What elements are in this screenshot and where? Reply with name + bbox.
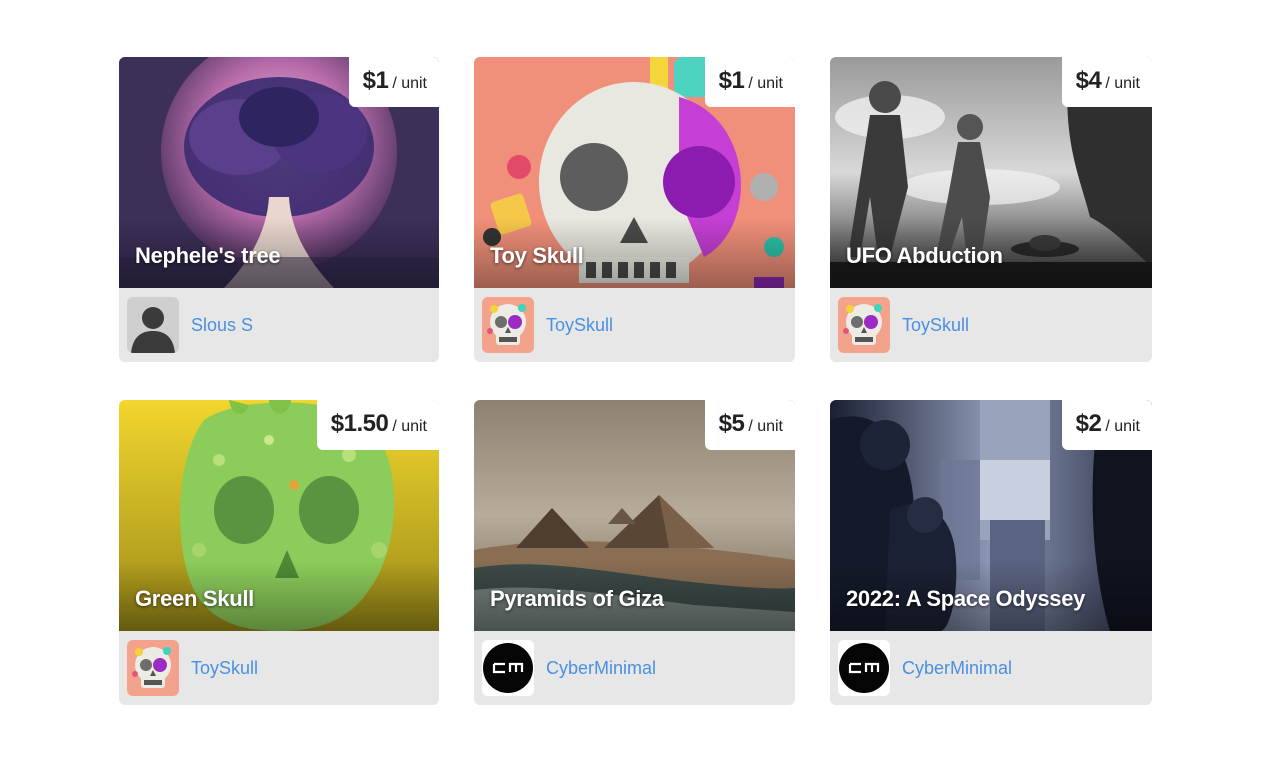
listing-image[interactable]: $5/ unit Pyramids of Giza — [474, 400, 795, 631]
default-user-avatar-icon[interactable] — [127, 297, 179, 353]
price-tag: $1/ unit — [348, 57, 439, 107]
listing-card[interactable]: $1/ unit Toy Skull ToySkull — [474, 57, 795, 362]
creator-link[interactable]: ToySkull — [546, 315, 613, 336]
listing-image[interactable]: $2/ unit 2022: A Space Odyssey — [830, 400, 1152, 631]
listing-title: Pyramids of Giza — [490, 586, 664, 611]
listing-image[interactable]: $4/ unit UFO Abduction — [830, 57, 1152, 288]
price-tag: $1.50/ unit — [316, 400, 439, 450]
price-tag: $5/ unit — [704, 400, 795, 450]
price-unit: / unit — [1105, 75, 1140, 92]
price-amount: $1 — [362, 67, 389, 94]
toy-skull-avatar-icon[interactable] — [127, 640, 179, 696]
creator-link[interactable]: Slous S — [191, 315, 253, 336]
listing-image[interactable]: $1/ unit Toy Skull — [474, 57, 795, 288]
creator-row: ToySkull — [474, 288, 795, 362]
listing-title: Toy Skull — [490, 243, 584, 268]
creator-link[interactable]: ToySkull — [191, 658, 258, 679]
listing-card[interactable]: $2/ unit 2022: A Space Odyssey CyberMini… — [830, 400, 1152, 705]
creator-link[interactable]: CyberMinimal — [902, 658, 1012, 679]
toy-skull-avatar-icon[interactable] — [482, 297, 534, 353]
listing-card[interactable]: $1.50/ unit Green Skull ToySkull — [119, 400, 439, 705]
cyberminimal-logo-avatar-icon[interactable] — [838, 640, 890, 696]
price-amount: $2 — [1075, 410, 1102, 437]
price-amount: $1.50 — [330, 410, 389, 437]
listing-image[interactable]: $1/ unit Nephele's tree — [119, 57, 439, 288]
listing-title: UFO Abduction — [846, 243, 1003, 268]
listing-card[interactable]: $4/ unit UFO Abduction ToySkull — [830, 57, 1152, 362]
creator-link[interactable]: CyberMinimal — [546, 658, 656, 679]
price-unit: / unit — [748, 75, 783, 92]
price-amount: $5 — [718, 410, 745, 437]
listing-title: Green Skull — [135, 586, 254, 611]
cyberminimal-logo-avatar-icon[interactable] — [482, 640, 534, 696]
price-unit: / unit — [392, 418, 427, 435]
listing-card[interactable]: $5/ unit Pyramids of Giza CyberMinimal — [474, 400, 795, 705]
price-amount: $4 — [1075, 67, 1102, 94]
creator-row: Slous S — [119, 288, 439, 362]
creator-row: ToySkull — [830, 288, 1152, 362]
creator-row: CyberMinimal — [830, 631, 1152, 705]
listing-title: Nephele's tree — [135, 243, 281, 268]
price-tag: $1/ unit — [704, 57, 795, 107]
creator-row: ToySkull — [119, 631, 439, 705]
creator-row: CyberMinimal — [474, 631, 795, 705]
price-unit: / unit — [392, 75, 427, 92]
price-amount: $1 — [718, 67, 745, 94]
listing-image[interactable]: $1.50/ unit Green Skull — [119, 400, 439, 631]
price-unit: / unit — [1105, 418, 1140, 435]
listing-card[interactable]: $1/ unit Nephele's tree Slous S — [119, 57, 439, 362]
price-tag: $2/ unit — [1061, 400, 1152, 450]
listing-grid: $1/ unit Nephele's tree Slous S $1 / uni… — [119, 57, 1152, 705]
creator-link[interactable]: ToySkull — [902, 315, 969, 336]
price-tag: $4/ unit — [1061, 57, 1152, 107]
listing-title: 2022: A Space Odyssey — [846, 586, 1086, 611]
price-unit: / unit — [748, 418, 783, 435]
toy-skull-avatar-icon[interactable] — [838, 297, 890, 353]
